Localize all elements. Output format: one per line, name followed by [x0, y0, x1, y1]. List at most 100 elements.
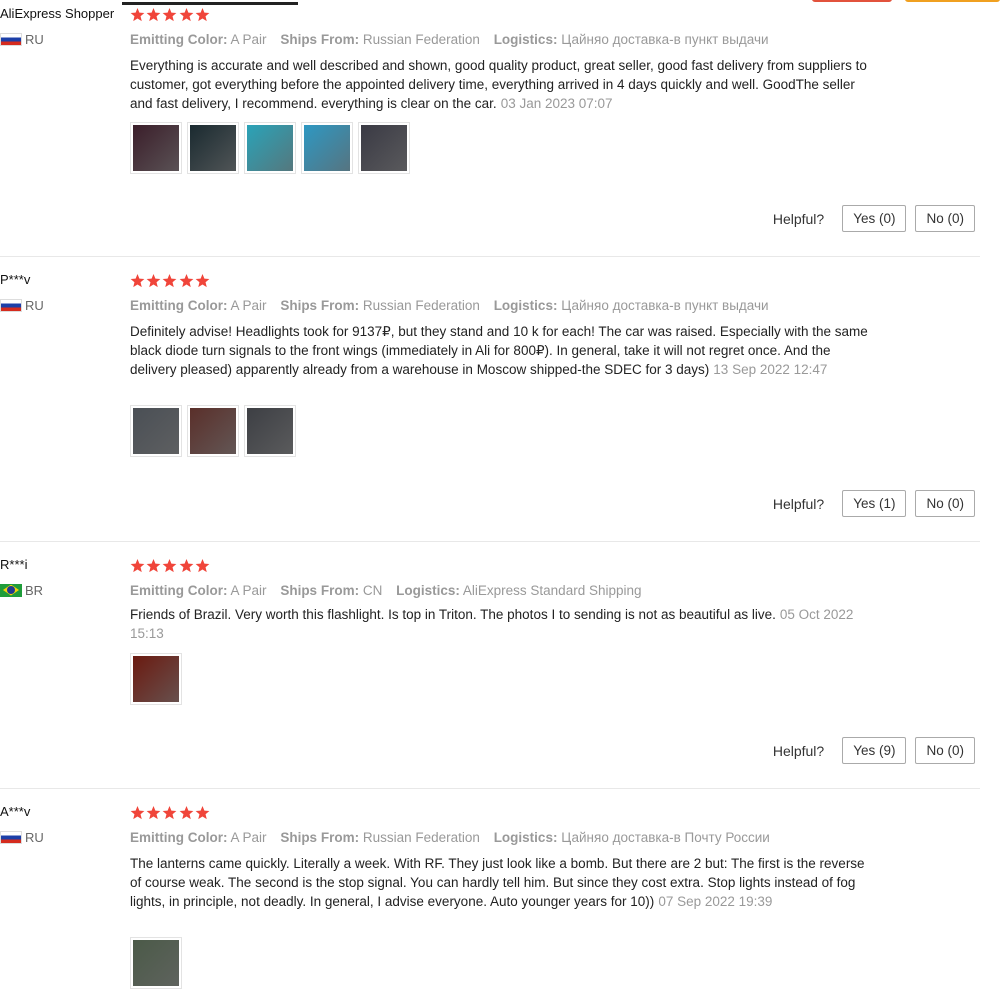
logistics-key: Logistics: [493, 830, 558, 845]
logistics-value: Цайняо доставка-в пункт выдачи [561, 32, 769, 47]
ships-from-value: Russian Federation [362, 830, 480, 845]
star-icon [195, 806, 210, 820]
flag-russia-icon [0, 32, 22, 46]
review-body: Friends of Brazil. Very worth this flash… [130, 607, 776, 622]
star-rating [130, 559, 211, 573]
star-icon [146, 8, 161, 22]
star-icon [179, 806, 194, 820]
flag-russia-icon [0, 830, 22, 844]
star-icon [130, 806, 145, 820]
review-attributes: Emitting Color: A Pair Ships From: Russi… [130, 830, 780, 845]
review-divider [0, 541, 980, 542]
star-icon [195, 8, 210, 22]
ships-from-value: Russian Federation [362, 32, 480, 47]
star-icon [179, 8, 194, 22]
review-divider [0, 256, 980, 257]
reviewer-country: BR [0, 583, 43, 598]
country-code: RU [25, 31, 44, 47]
review-photo-bubble-wrap[interactable] [301, 122, 353, 174]
review-photo-truck-rear[interactable] [130, 405, 182, 457]
ships-from-value: Russian Federation [362, 298, 480, 313]
photo-thumbnail [361, 125, 407, 171]
star-icon [146, 806, 161, 820]
logistics-key: Logistics: [493, 298, 558, 313]
helpful-no-button[interactable]: No (0) [915, 490, 975, 517]
helpful-label: Helpful? [772, 742, 825, 759]
review-text: Everything is accurate and well describe… [130, 56, 875, 113]
logistics-key: Logistics: [493, 32, 558, 47]
star-icon [162, 559, 177, 573]
star-icon [195, 559, 210, 573]
star-rating [130, 274, 211, 288]
review-photo-headlight-wrapped[interactable] [358, 122, 410, 174]
review-photo-taillight-night[interactable] [130, 653, 182, 705]
photo-thumbnail [133, 408, 179, 454]
helpful-yes-button[interactable]: Yes (0) [842, 205, 907, 232]
helpful-no-button[interactable]: No (0) [915, 205, 975, 232]
emitting-color-value: A Pair [230, 583, 267, 598]
active-tab-indicator [122, 2, 298, 5]
star-icon [146, 559, 161, 573]
ships-from-key: Ships From: [280, 298, 360, 313]
review-date: 07 Sep 2022 19:39 [658, 894, 773, 909]
country-code: RU [25, 829, 44, 845]
review-attributes: Emitting Color: A Pair Ships From: Russi… [130, 32, 779, 47]
ships-from-value: CN [362, 583, 383, 598]
helpful-no-button[interactable]: No (0) [915, 737, 975, 764]
emitting-color-value: A Pair [230, 32, 267, 47]
emitting-color-value: A Pair [230, 830, 267, 845]
review-date: 13 Sep 2022 12:47 [713, 362, 828, 377]
reviewer-country: RU [0, 829, 44, 845]
review-divider [0, 788, 980, 789]
star-icon [130, 8, 145, 22]
review-photo-package-box[interactable] [244, 122, 296, 174]
star-icon [146, 274, 161, 288]
review-photo-headlight-box[interactable] [187, 122, 239, 174]
logistics-value: Цайняо доставка-в пункт выдачи [561, 298, 769, 313]
star-icon [195, 274, 210, 288]
helpful-yes-button[interactable]: Yes (1) [842, 490, 907, 517]
helpful-yes-button[interactable]: Yes (9) [842, 737, 907, 764]
helpful-votes: Helpful? Yes (0) No (0) [773, 205, 975, 232]
star-icon [162, 274, 177, 288]
photo-thumbnail [190, 408, 236, 454]
star-rating [130, 806, 211, 820]
ships-from-key: Ships From: [280, 32, 360, 47]
photo-thumbnail [133, 656, 179, 702]
review-photo-truck-outdoor[interactable] [130, 937, 182, 989]
review-date: 03 Jan 2023 07:07 [500, 96, 613, 111]
top-action-button-orange[interactable] [905, 0, 1000, 2]
reviewer-name: AliExpress Shopper [0, 6, 115, 21]
helpful-label: Helpful? [772, 495, 825, 512]
review-text: Friends of Brazil. Very worth this flash… [130, 605, 875, 643]
photo-thumbnail [133, 940, 179, 986]
top-action-button-red[interactable] [812, 0, 892, 2]
photo-thumbnail [190, 125, 236, 171]
reviewer-country: RU [0, 298, 44, 313]
review-photos [130, 405, 301, 457]
helpful-label: Helpful? [772, 210, 825, 227]
review-text: The lanterns came quickly. Literally a w… [130, 854, 875, 911]
review-photos [130, 122, 415, 174]
review-photo-taillight-on[interactable] [187, 405, 239, 457]
review-photos [130, 653, 187, 705]
ships-from-key: Ships From: [280, 583, 360, 598]
reviewer-name: A***v [0, 804, 31, 819]
star-icon [130, 274, 145, 288]
emitting-color-key: Emitting Color: [130, 298, 228, 313]
review-attributes: Emitting Color: A Pair Ships From: CN Lo… [130, 583, 652, 598]
emitting-color-value: A Pair [230, 298, 267, 313]
review-body: Everything is accurate and well describe… [130, 58, 867, 111]
emitting-color-key: Emitting Color: [130, 32, 228, 47]
review-photo-headlight-dark[interactable] [130, 122, 182, 174]
logistics-value: Цайняо доставка-в Почту России [561, 830, 770, 845]
review-photo-truck-side[interactable] [244, 405, 296, 457]
reviewer-country: RU [0, 31, 44, 47]
star-icon [179, 559, 194, 573]
star-rating [130, 8, 211, 22]
review-text: Definitely advise! Headlights took for 9… [130, 322, 875, 379]
logistics-key: Logistics: [396, 583, 460, 598]
logistics-value: AliExpress Standard Shipping [462, 583, 642, 598]
star-icon [162, 8, 177, 22]
emitting-color-key: Emitting Color: [130, 830, 228, 845]
